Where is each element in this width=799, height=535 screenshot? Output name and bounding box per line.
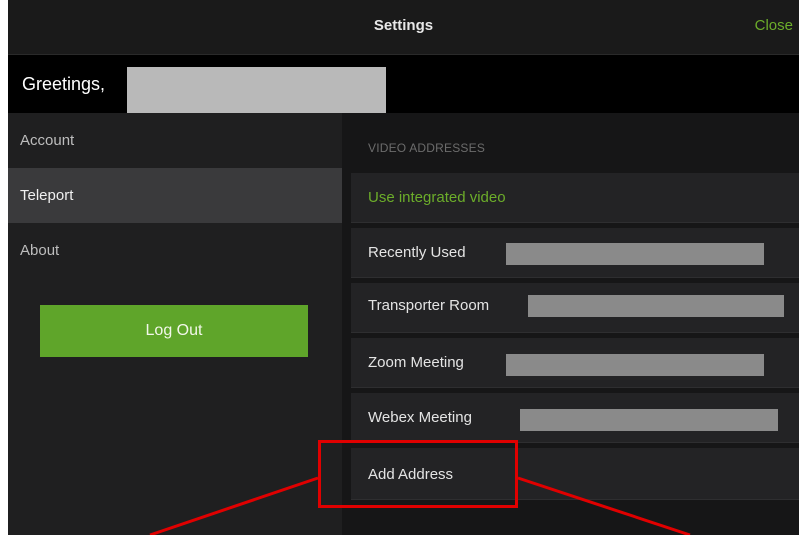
greeting-banner: Greetings, — [8, 55, 799, 113]
recently-used-row[interactable]: Recently Used — [351, 228, 799, 278]
row-label: Use integrated video — [368, 189, 506, 206]
row-label: Webex Meeting — [368, 409, 472, 426]
section-title: VIDEO ADDRESSES — [368, 141, 486, 155]
use-integrated-video-row[interactable]: Use integrated video — [351, 173, 799, 223]
redacted-address — [506, 354, 764, 376]
greeting-label: Greetings, — [22, 74, 106, 94]
log-out-button[interactable]: Log Out — [40, 305, 308, 357]
sidebar-item-about[interactable]: About — [8, 223, 342, 278]
page-title: Settings — [373, 17, 434, 34]
video-addresses-panel: VIDEO ADDRESSES Use integrated video Rec… — [342, 113, 799, 535]
sidebar-item-teleport[interactable]: Teleport — [8, 168, 342, 223]
row-label: Zoom Meeting — [368, 354, 464, 371]
close-button[interactable]: Close — [755, 17, 793, 34]
redacted-user-name — [127, 67, 386, 113]
sidebar: Account Teleport About Log Out — [8, 113, 342, 535]
zoom-meeting-row[interactable]: Zoom Meeting — [351, 338, 799, 388]
webex-meeting-row[interactable]: Webex Meeting — [351, 393, 799, 443]
add-address-row[interactable]: Add Address — [351, 448, 799, 500]
sidebar-item-account[interactable]: Account — [8, 113, 342, 168]
transporter-room-row[interactable]: Transporter Room — [351, 283, 799, 333]
row-label: Transporter Room — [368, 297, 490, 314]
title-bar: Settings Close — [8, 0, 799, 55]
redacted-address — [520, 409, 778, 431]
redacted-address — [506, 243, 764, 265]
row-label: Recently Used — [368, 244, 466, 261]
redacted-address — [528, 295, 784, 317]
settings-window: Settings Close Greetings, Account Telepo… — [8, 0, 799, 535]
row-label: Add Address — [368, 466, 454, 483]
